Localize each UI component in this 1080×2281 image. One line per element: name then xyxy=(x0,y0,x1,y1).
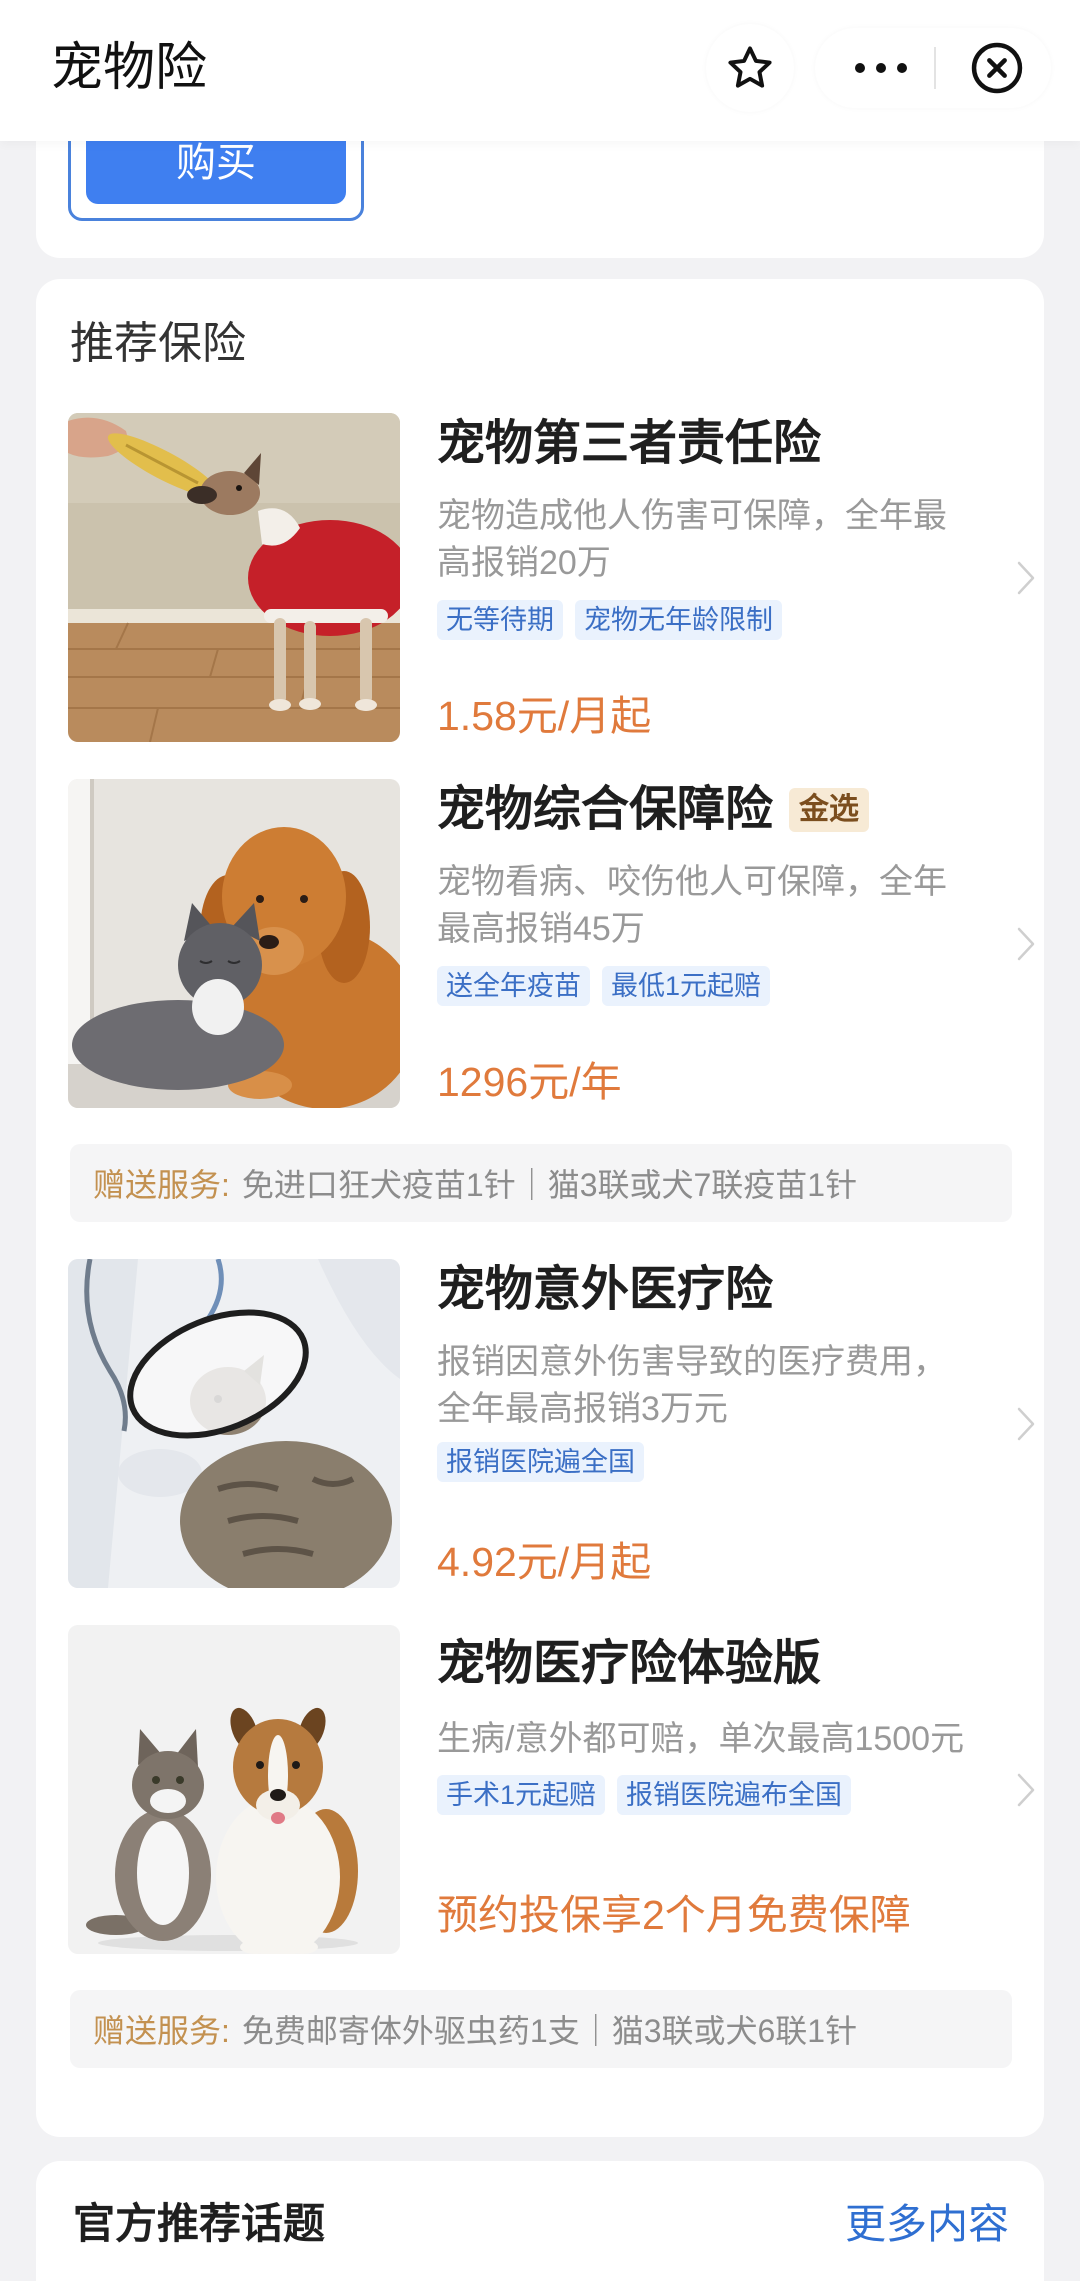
product-image xyxy=(68,1625,400,1954)
capsule-divider xyxy=(934,47,936,89)
gold-pick-badge: 金选 xyxy=(789,788,870,832)
chevron-right-icon xyxy=(1016,926,1036,962)
product-description: 报销因意外伤害导致的医疗费用， 全年最高报销3万元 xyxy=(437,1339,947,1433)
product-title: 宠物医疗险体验版 xyxy=(437,1637,822,1690)
tag-list: 无等待期 宠物无年龄限制 xyxy=(437,600,782,640)
dog-in-red-sweater-photo xyxy=(68,413,400,742)
tag-list: 手术1元起赔 报销医院遍布全国 xyxy=(437,1775,852,1815)
product-row[interactable]: 宠物意外医疗险 报销因意外伤害导致的医疗费用， 全年最高报销3万元 报销医院遍全… xyxy=(68,1259,1035,1588)
section-heading: 推荐保险 xyxy=(70,319,246,368)
feature-tag: 送全年疫苗 xyxy=(437,966,590,1006)
more-dots-icon xyxy=(876,63,886,73)
favorite-button[interactable] xyxy=(706,24,794,112)
feature-tag: 报销医院遍全国 xyxy=(437,1442,644,1482)
description-line: 报销因意外伤害导致的医疗费用， xyxy=(437,1343,947,1381)
cat-in-cone-with-vet-photo xyxy=(68,1259,400,1588)
wooden-floor xyxy=(68,622,400,742)
product-description: 宠物看病、咬伤他人可保障，全年 最高报销45万 xyxy=(437,859,947,953)
product-info: 宠物意外医疗险 报销因意外伤害导致的医疗费用， 全年最高报销3万元 报销医院遍全… xyxy=(437,1259,997,1588)
description-line: 宠物造成他人伤害可保障，全年最 xyxy=(437,497,947,535)
price: 1.58元/月起 xyxy=(437,693,652,739)
tag-list: 送全年疫苗 最低1元起赔 xyxy=(437,966,771,1006)
more-dots-icon xyxy=(897,63,907,73)
feature-tag: 手术1元起赔 xyxy=(437,1775,606,1815)
product-title-row: 宠物第三者责任险 xyxy=(437,414,821,474)
product-row[interactable]: 宠物第三者责任险 宠物造成他人伤害可保障，全年最 高报销20万 无等待期 宠物无… xyxy=(68,413,1035,742)
close-circle-icon xyxy=(971,42,1023,94)
feature-tag: 报销医院遍布全国 xyxy=(617,1775,852,1815)
product-row[interactable]: 宠物综合保障险 金选 宠物看病、咬伤他人可保障，全年 最高报销45万 送全年疫苗… xyxy=(68,779,1035,1108)
tag-list: 报销医院遍全国 xyxy=(437,1442,644,1482)
star-icon xyxy=(728,46,772,88)
description-line: 生病/意外都可赔，单次最高1500元 xyxy=(437,1720,965,1758)
gift-service-bar: 赠送服务: 免进口狂犬疫苗1针｜猫3联或犬7联疫苗1针 xyxy=(70,1144,1012,1222)
price: 1296元/年 xyxy=(437,1059,622,1105)
more-button[interactable] xyxy=(841,38,921,98)
official-topics-card: 官方推荐话题 更多内容 xyxy=(36,2161,1044,2281)
product-image xyxy=(68,1259,400,1588)
feature-tag: 宠物无年龄限制 xyxy=(575,600,782,640)
product-title-row: 宠物医疗险体验版 xyxy=(437,1634,821,1694)
recommended-insurance-card: 推荐保险 宠物第三者责任险 宠物造成他人伤害可保障，全年最 高报销20万 无等待… xyxy=(36,279,1044,2137)
more-dots-icon xyxy=(855,63,865,73)
page-title: 宠物险 xyxy=(51,39,208,97)
chevron-right-icon xyxy=(1016,1772,1036,1808)
gift-service-label: 赠送服务: xyxy=(93,2013,230,2049)
golden-retriever-and-cat-photo xyxy=(68,779,400,1108)
product-info: 宠物医疗险体验版 生病/意外都可赔，单次最高1500元 手术1元起赔 报销医院遍… xyxy=(437,1625,997,1954)
floor-shadow xyxy=(98,1935,358,1951)
description-line: 高报销20万 xyxy=(437,544,611,582)
gift-service-label: 赠送服务: xyxy=(93,1167,230,1203)
product-info: 宠物第三者责任险 宠物造成他人伤害可保障，全年最 高报销20万 无等待期 宠物无… xyxy=(437,413,997,742)
cat-and-collie-photo xyxy=(68,1625,400,1954)
section-heading: 官方推荐话题 xyxy=(73,2200,326,2247)
description-line: 全年最高报销3万元 xyxy=(437,1390,728,1428)
product-title-row: 宠物综合保障险 金选 xyxy=(437,780,870,840)
gift-service-bar: 赠送服务: 免费邮寄体外驱虫药1支｜猫3联或犬6联1针 xyxy=(70,1990,1012,2068)
description-line: 宠物看病、咬伤他人可保障，全年 xyxy=(437,863,947,901)
more-content-link[interactable]: 更多内容 xyxy=(845,2196,1009,2252)
description-line: 最高报销45万 xyxy=(437,910,645,948)
product-image xyxy=(68,413,400,742)
top-nav-bar: 宠物险 xyxy=(0,0,1080,141)
feature-tag: 无等待期 xyxy=(437,600,563,640)
product-title: 宠物意外医疗险 xyxy=(437,1263,774,1316)
chevron-right-icon xyxy=(1016,560,1036,596)
mini-program-capsule xyxy=(815,28,1051,108)
close-button[interactable] xyxy=(969,40,1025,96)
product-info: 宠物综合保障险 金选 宠物看病、咬伤他人可保障，全年 最高报销45万 送全年疫苗… xyxy=(437,779,997,1108)
gift-service-text: 免进口狂犬疫苗1针｜猫3联或犬7联疫苗1针 xyxy=(241,1167,858,1203)
feature-tag: 最低1元起赔 xyxy=(602,966,771,1006)
price: 4.92元/月起 xyxy=(437,1539,652,1585)
product-title-row: 宠物意外医疗险 xyxy=(437,1260,773,1320)
product-title: 宠物综合保障险 xyxy=(437,783,774,836)
product-description: 宠物造成他人伤害可保障，全年最 高报销20万 xyxy=(437,493,947,587)
product-row[interactable]: 宠物医疗险体验版 生病/意外都可赔，单次最高1500元 手术1元起赔 报销医院遍… xyxy=(68,1625,1035,1954)
product-title: 宠物第三者责任险 xyxy=(437,417,822,470)
gift-service-text: 免费邮寄体外驱虫药1支｜猫3联或犬6联1针 xyxy=(241,2013,858,2049)
chevron-right-icon xyxy=(1016,1406,1036,1442)
product-description: 生病/意外都可赔，单次最高1500元 xyxy=(437,1716,964,1763)
product-image xyxy=(68,779,400,1108)
price: 预约投保享2个月免费保障 xyxy=(437,1892,911,1938)
